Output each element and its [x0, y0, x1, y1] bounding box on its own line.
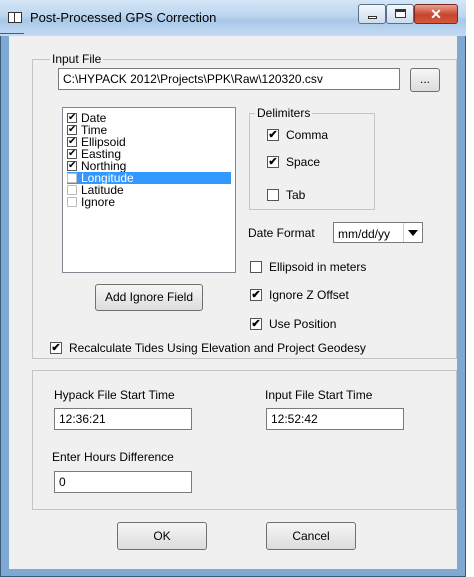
add-ignore-field-button[interactable]: Add Ignore Field: [95, 284, 203, 311]
input-file-path-field[interactable]: C:\HYPACK 2012\Projects\PPK\Raw\120320.c…: [58, 68, 400, 90]
recalculate-tides-label: Recalculate Tides Using Elevation and Pr…: [69, 341, 366, 355]
divider-line: [0, 33, 24, 34]
tab-label: Tab: [286, 188, 306, 202]
input-file-label: Input File: [50, 52, 104, 66]
window-title: Post-Processed GPS Correction: [30, 10, 217, 25]
field-order-listbox[interactable]: ✔ Date ✔ Time ✔ Ellipsoid ✔ Easting ✔ Northing Lon…: [62, 107, 236, 273]
hours-difference-field[interactable]: 0: [54, 471, 192, 493]
app-icon: [8, 12, 22, 23]
use-position-check-icon: ✔: [250, 318, 262, 330]
close-icon: ✕: [430, 6, 442, 22]
hours-difference-label: Enter Hours Difference: [52, 450, 174, 464]
comma-check-icon: ✔: [267, 129, 279, 141]
empty-checkbox-icon[interactable]: [67, 185, 77, 195]
delimiters-label: Delimiters: [255, 106, 313, 120]
tab-check-icon: [267, 189, 279, 201]
hypack-start-time-field[interactable]: 12:36:21: [54, 408, 192, 430]
date-format-label: Date Format: [248, 226, 315, 240]
recalculate-tides-check-icon: ✔: [50, 342, 62, 354]
cancel-button[interactable]: Cancel: [266, 522, 356, 550]
date-format-select[interactable]: mm/dd/yy: [333, 222, 423, 243]
list-item-label: Ignore: [81, 195, 116, 209]
checkmark-icon[interactable]: ✔: [67, 149, 77, 159]
space-label: Space: [286, 155, 321, 169]
browse-button[interactable]: ...: [410, 68, 440, 92]
ok-button[interactable]: OK: [117, 522, 207, 550]
checkmark-icon[interactable]: ✔: [67, 161, 77, 171]
input-file-start-time-field[interactable]: 12:52:42: [266, 408, 404, 430]
ignore-z-offset-label: Ignore Z Offset: [269, 288, 349, 302]
empty-checkbox-icon[interactable]: [67, 173, 77, 183]
date-format-value: mm/dd/yy: [338, 227, 391, 241]
empty-checkbox-icon[interactable]: [67, 197, 77, 207]
hypack-start-time-label: Hypack File Start Time: [54, 388, 175, 402]
checkmark-icon[interactable]: ✔: [67, 113, 77, 123]
use-position-label: Use Position: [269, 317, 337, 331]
space-check-icon: ✔: [267, 156, 279, 168]
comma-label: Comma: [286, 128, 329, 142]
chevron-down-icon[interactable]: [403, 223, 422, 242]
minimize-button[interactable]: [358, 4, 386, 24]
checkmark-icon[interactable]: ✔: [67, 137, 77, 147]
close-button[interactable]: ✕: [414, 4, 458, 24]
input-file-start-time-label: Input File Start Time: [265, 388, 373, 402]
ellipsoid-meters-label: Ellipsoid in meters: [269, 260, 367, 274]
ellipsoid-meters-check-icon: [250, 261, 262, 273]
checkmark-icon[interactable]: ✔: [67, 125, 77, 135]
ignore-z-check-icon: ✔: [250, 289, 262, 301]
maximize-button[interactable]: [386, 4, 414, 24]
